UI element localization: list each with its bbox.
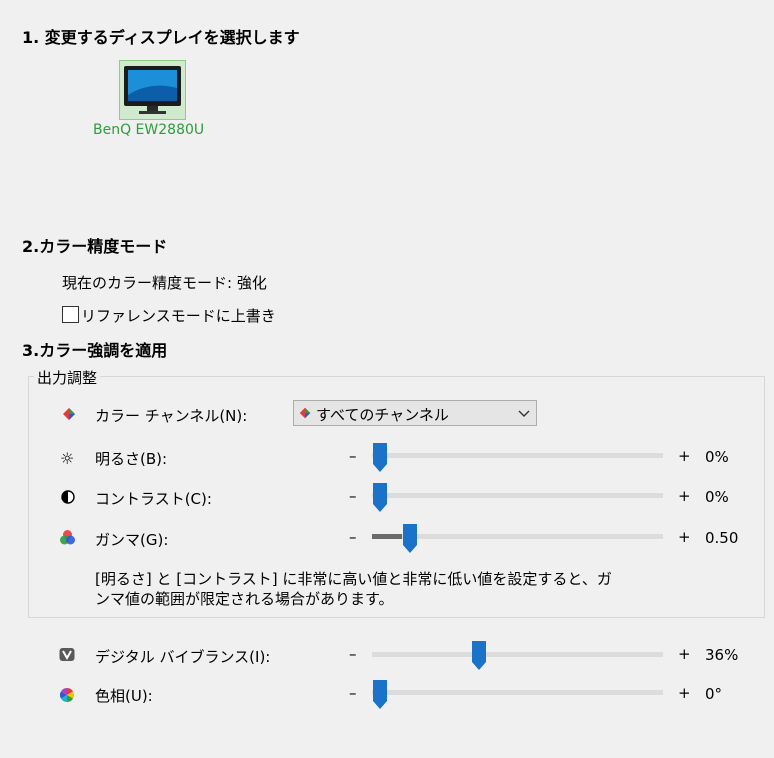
hue-slider-thumb[interactable] [373, 680, 387, 709]
color-channel-select-icon [299, 407, 311, 419]
digital-vibrance-slider-track[interactable] [372, 652, 663, 657]
hue-value: 0° [705, 685, 723, 703]
contrast-plus: + [678, 487, 691, 505]
gamma-plus: + [678, 528, 691, 546]
section-title-select-display: 1. 変更するディスプレイを選択します [22, 28, 300, 47]
section-title-color-enhance: 3.カラー強調を適用 [22, 341, 168, 360]
gamma-minus: – [349, 528, 357, 546]
brightness-value: 0% [705, 448, 729, 466]
monitor-tile[interactable] [119, 60, 186, 120]
color-channel-select[interactable]: すべてのチャンネル [293, 400, 537, 426]
gamma-value: 0.50 [705, 529, 739, 547]
brightness-slider-track[interactable] [372, 453, 663, 458]
contrast-slider-track[interactable] [372, 493, 663, 498]
brightness-plus: + [678, 447, 691, 465]
color-channel-label: カラー チャンネル(N): [95, 407, 248, 425]
brightness-minus: – [349, 447, 357, 465]
digital-vibrance-slider-thumb[interactable] [472, 641, 486, 670]
contrast-label: コントラスト(C): [95, 490, 212, 508]
gamma-icon [60, 530, 75, 545]
current-color-mode: 現在のカラー精度モード: 強化 [62, 274, 267, 292]
brightness-slider-thumb[interactable] [373, 443, 387, 472]
color-channel-icon [63, 408, 75, 420]
digital-vibrance-plus: + [678, 645, 691, 663]
section-title-color-mode: 2.カラー精度モード [22, 237, 168, 256]
contrast-slider-thumb[interactable] [373, 483, 387, 512]
gamma-note-line1: [明るさ] と [コントラスト] に非常に高い値と非常に低い値を設定すると、ガ [95, 570, 612, 588]
brightness-icon: ☼ [60, 449, 75, 468]
override-reference-label[interactable]: リファレンスモードに上書き [81, 305, 276, 326]
hue-slider-track[interactable] [372, 690, 663, 695]
hue-minus: – [349, 684, 357, 702]
contrast-minus: – [349, 487, 357, 505]
contrast-icon [61, 490, 75, 504]
override-reference-checkbox[interactable] [62, 306, 79, 323]
gamma-note-line2: ンマ値の範囲が限定される場合があります。 [95, 590, 394, 608]
color-channel-value: すべてのチャンネル [316, 406, 449, 424]
brightness-label: 明るさ(B): [95, 450, 168, 468]
hue-icon [60, 688, 74, 702]
gamma-slider-thumb[interactable] [403, 524, 418, 553]
hue-label: 色相(U): [95, 687, 153, 705]
chevron-down-icon [518, 410, 530, 417]
monitor-icon [124, 66, 181, 114]
digital-vibrance-minus: – [349, 645, 357, 663]
monitor-name[interactable]: BenQ EW2880U [93, 122, 204, 138]
contrast-value: 0% [705, 488, 729, 506]
digital-vibrance-icon [59, 648, 75, 661]
output-adjust-title: 出力調整 [34, 367, 101, 388]
gamma-slider-fill [372, 534, 403, 539]
gamma-label: ガンマ(G): [95, 531, 169, 549]
digital-vibrance-slider-fill [372, 652, 472, 657]
digital-vibrance-label: デジタル バイブランス(I): [95, 648, 271, 666]
digital-vibrance-value: 36% [705, 646, 739, 664]
hue-plus: + [678, 684, 691, 702]
